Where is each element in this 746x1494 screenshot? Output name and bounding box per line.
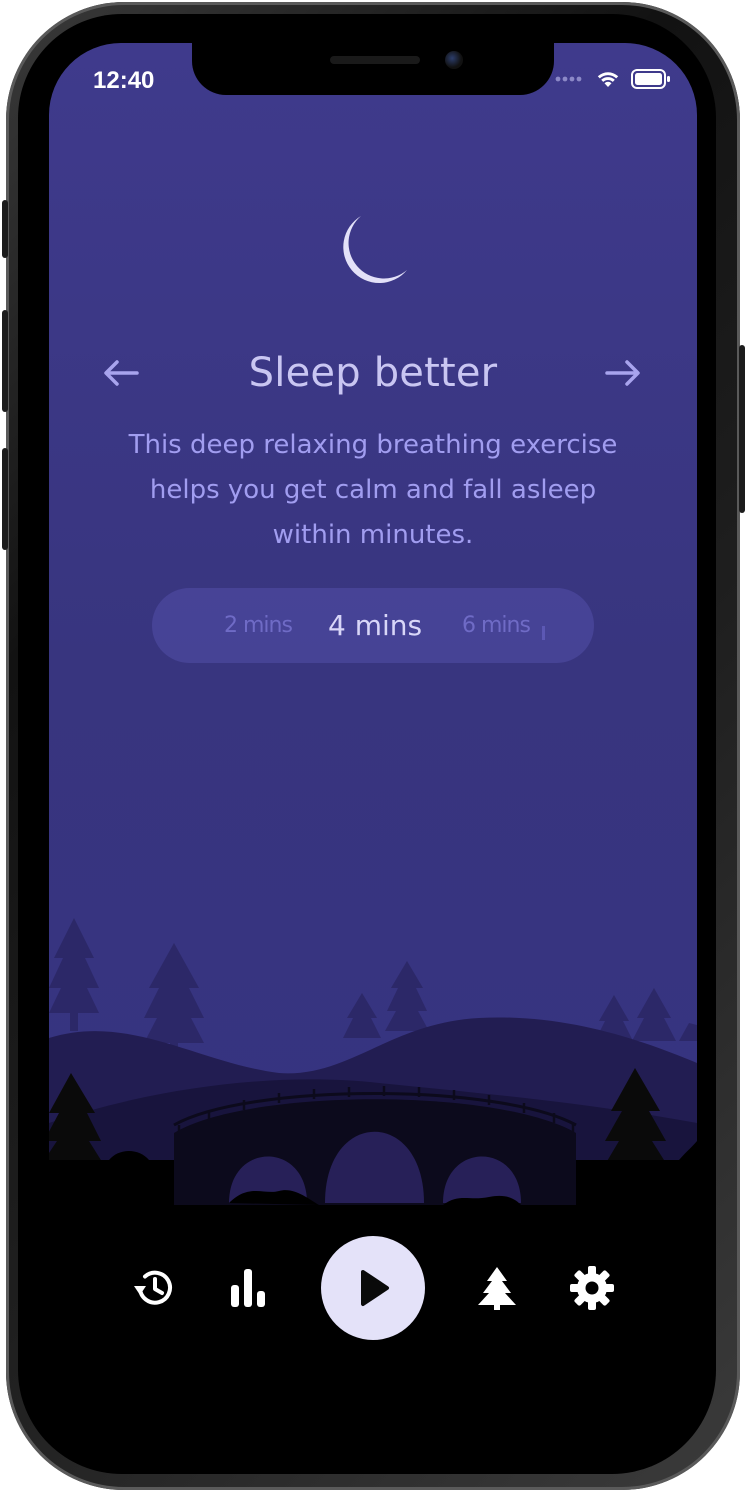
front-camera — [445, 51, 463, 69]
settings-icon — [570, 1266, 614, 1310]
wifi-icon — [597, 72, 619, 87]
history-icon — [134, 1270, 172, 1305]
play-button[interactable] — [321, 1236, 425, 1340]
duration-option[interactable]: 6 mins — [462, 588, 531, 663]
phone-volume-up — [2, 310, 8, 412]
tree-icon — [478, 1267, 516, 1310]
stone-bridge — [173, 1086, 577, 1213]
phone-power-button — [739, 345, 745, 513]
status-time: 12:40 — [93, 67, 155, 94]
play-icon — [361, 1270, 389, 1306]
nature-button[interactable] — [472, 1263, 522, 1313]
exercise-title: Sleep better — [248, 350, 498, 396]
stats-button[interactable] — [223, 1263, 273, 1313]
arrow-right-icon — [605, 360, 640, 386]
status-icons — [555, 69, 671, 89]
night-landscape-illustration — [49, 918, 697, 1213]
phone-mute-switch — [2, 200, 8, 258]
exercise-description: This deep relaxing breathing exercise he… — [128, 430, 618, 550]
duration-option[interactable]: 2 mins — [224, 588, 293, 663]
battery-icon — [631, 69, 670, 89]
next-exercise-button[interactable] — [601, 351, 645, 395]
exercise-header: Sleep better — [49, 345, 697, 401]
moon-icon — [343, 216, 407, 283]
duration-option-partial — [542, 626, 545, 640]
duration-option-selected[interactable]: 4 mins — [328, 588, 422, 663]
phone-volume-down — [2, 448, 8, 550]
signal-dots-icon — [555, 76, 582, 82]
earpiece-speaker — [330, 56, 420, 64]
duration-picker[interactable]: 2 mins 4 mins 6 mins — [152, 588, 594, 663]
settings-button[interactable] — [567, 1263, 617, 1313]
history-button[interactable] — [129, 1263, 179, 1313]
app-screen: 12:40 Sleep better This deep relaxing br… — [49, 43, 697, 1453]
screen-notch — [192, 43, 554, 95]
stats-icon — [231, 1269, 265, 1307]
bottom-navigation — [49, 1233, 697, 1343]
